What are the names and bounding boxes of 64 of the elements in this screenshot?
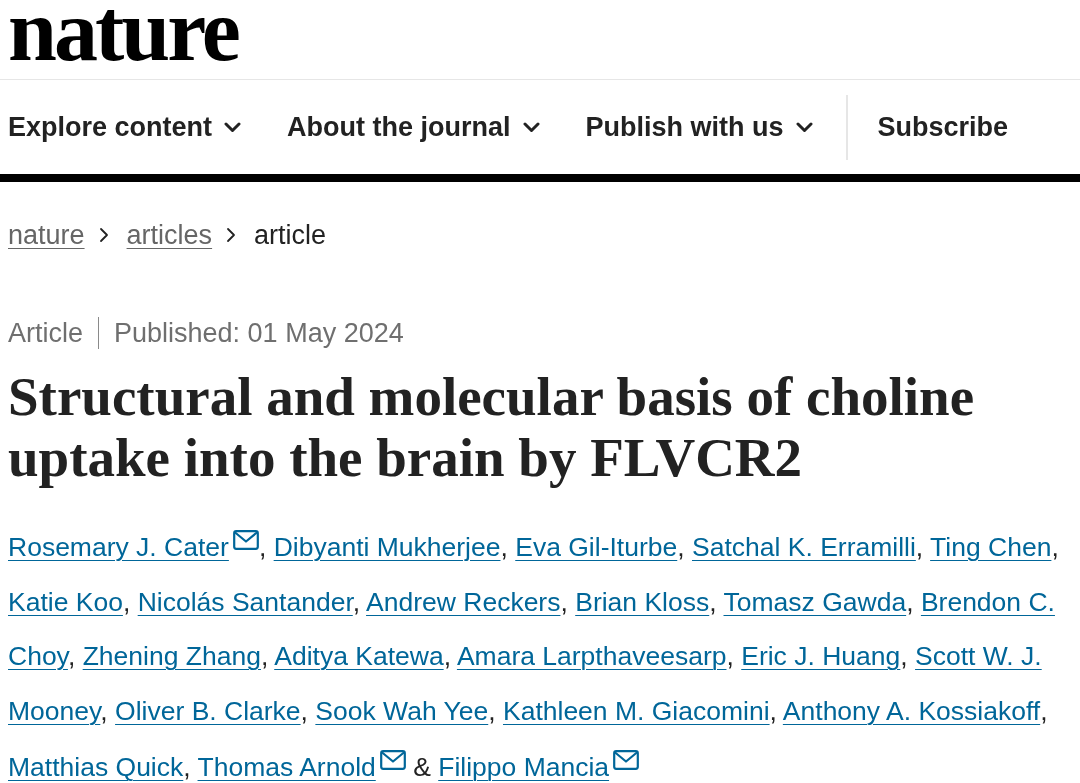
envelope-icon[interactable] xyxy=(232,530,259,550)
article-type: Article xyxy=(8,318,83,348)
publish-date: Published: 01 May 2024 xyxy=(114,318,404,348)
author-link[interactable]: Amara Larpthaveesarp xyxy=(456,641,727,672)
author-link[interactable]: Scott W. J. xyxy=(915,641,1042,672)
author-link[interactable]: Choy xyxy=(8,641,68,672)
chevron-down-icon xyxy=(224,121,242,133)
envelope-icon[interactable] xyxy=(379,750,406,771)
author-link[interactable]: Brendon C. xyxy=(920,586,1055,617)
author-separator: , xyxy=(100,695,108,726)
article-title: Structural and molecular basis of choline uptake into the brain by FLVCR2 xyxy=(7,366,976,488)
author-link[interactable]: Aditya Katewa xyxy=(274,641,444,672)
author-separator: , xyxy=(900,641,908,672)
author-link[interactable]: Rosemary J. Cater xyxy=(8,532,229,562)
author-link[interactable]: Andrew Reckers xyxy=(366,586,561,617)
breadcrumb-link[interactable]: nature xyxy=(8,220,85,250)
author-separator: , xyxy=(183,752,191,783)
author-separator: , xyxy=(1040,695,1048,726)
nav-menu-button[interactable]: Publish with us xyxy=(585,111,813,143)
author-link[interactable]: Katie Koo xyxy=(8,586,123,617)
author-separator: , xyxy=(769,695,777,726)
author-link[interactable]: Satchal K. Erramilli xyxy=(692,532,916,562)
nav-menu-button[interactable]: Explore content xyxy=(8,111,242,143)
author-link[interactable]: Eva Gil-Iturbe xyxy=(515,532,678,562)
chevron-right-icon xyxy=(226,227,237,243)
envelope-icon[interactable] xyxy=(613,750,640,771)
author-separator: , xyxy=(1051,532,1059,562)
author-separator: , xyxy=(915,532,924,562)
chevron-down-icon xyxy=(795,121,813,133)
author-link[interactable]: Tomasz Gawda xyxy=(723,586,907,617)
author-link[interactable]: Zhening Zhang xyxy=(82,641,261,672)
conjunction-text: & xyxy=(413,752,431,783)
author-link[interactable]: Ting Chen xyxy=(930,532,1052,562)
author-link[interactable]: Sook Wah Yee xyxy=(315,695,489,726)
author-link[interactable]: Brian Kloss xyxy=(575,586,710,617)
author-separator: , xyxy=(258,532,267,562)
author-separator: , xyxy=(500,532,508,562)
author-link[interactable]: Kathleen M. Giacomini xyxy=(503,695,770,726)
nav-link[interactable]: Subscribe xyxy=(877,111,1009,143)
author-separator: , xyxy=(677,532,685,562)
author-separator: , xyxy=(122,586,131,617)
site-logo[interactable]: nature xyxy=(8,0,238,62)
author-separator: , xyxy=(260,641,269,672)
author-separator: , xyxy=(726,641,734,672)
chevron-down-icon xyxy=(522,121,540,133)
author-link[interactable]: Anthony A. Kossiakoff xyxy=(782,695,1041,726)
author-link[interactable]: Eric J. Huang xyxy=(741,641,901,672)
breadcrumb-link[interactable]: articles xyxy=(126,220,213,250)
author-separator: , xyxy=(560,586,568,617)
author-separator: , xyxy=(300,695,308,726)
nav-menu-button[interactable]: About the journal xyxy=(287,111,540,143)
chevron-right-icon xyxy=(98,227,109,243)
current-page-text: article xyxy=(254,220,327,250)
author-link[interactable]: Filippo Mancia xyxy=(438,752,610,783)
author-separator: , xyxy=(443,641,451,672)
author-separator: , xyxy=(906,586,914,617)
author-separator: , xyxy=(488,695,496,726)
author-link[interactable]: Oliver B. Clarke xyxy=(115,695,301,726)
author-link[interactable]: Thomas Arnold xyxy=(197,752,376,783)
author-link[interactable]: Mooney xyxy=(8,695,101,726)
author-separator: , xyxy=(709,586,717,617)
author-link[interactable]: Dibyanti Mukherjee xyxy=(273,532,501,562)
author-link[interactable]: Matthias Quick xyxy=(8,752,184,783)
author-link[interactable]: Nicolás Santander xyxy=(137,586,353,617)
